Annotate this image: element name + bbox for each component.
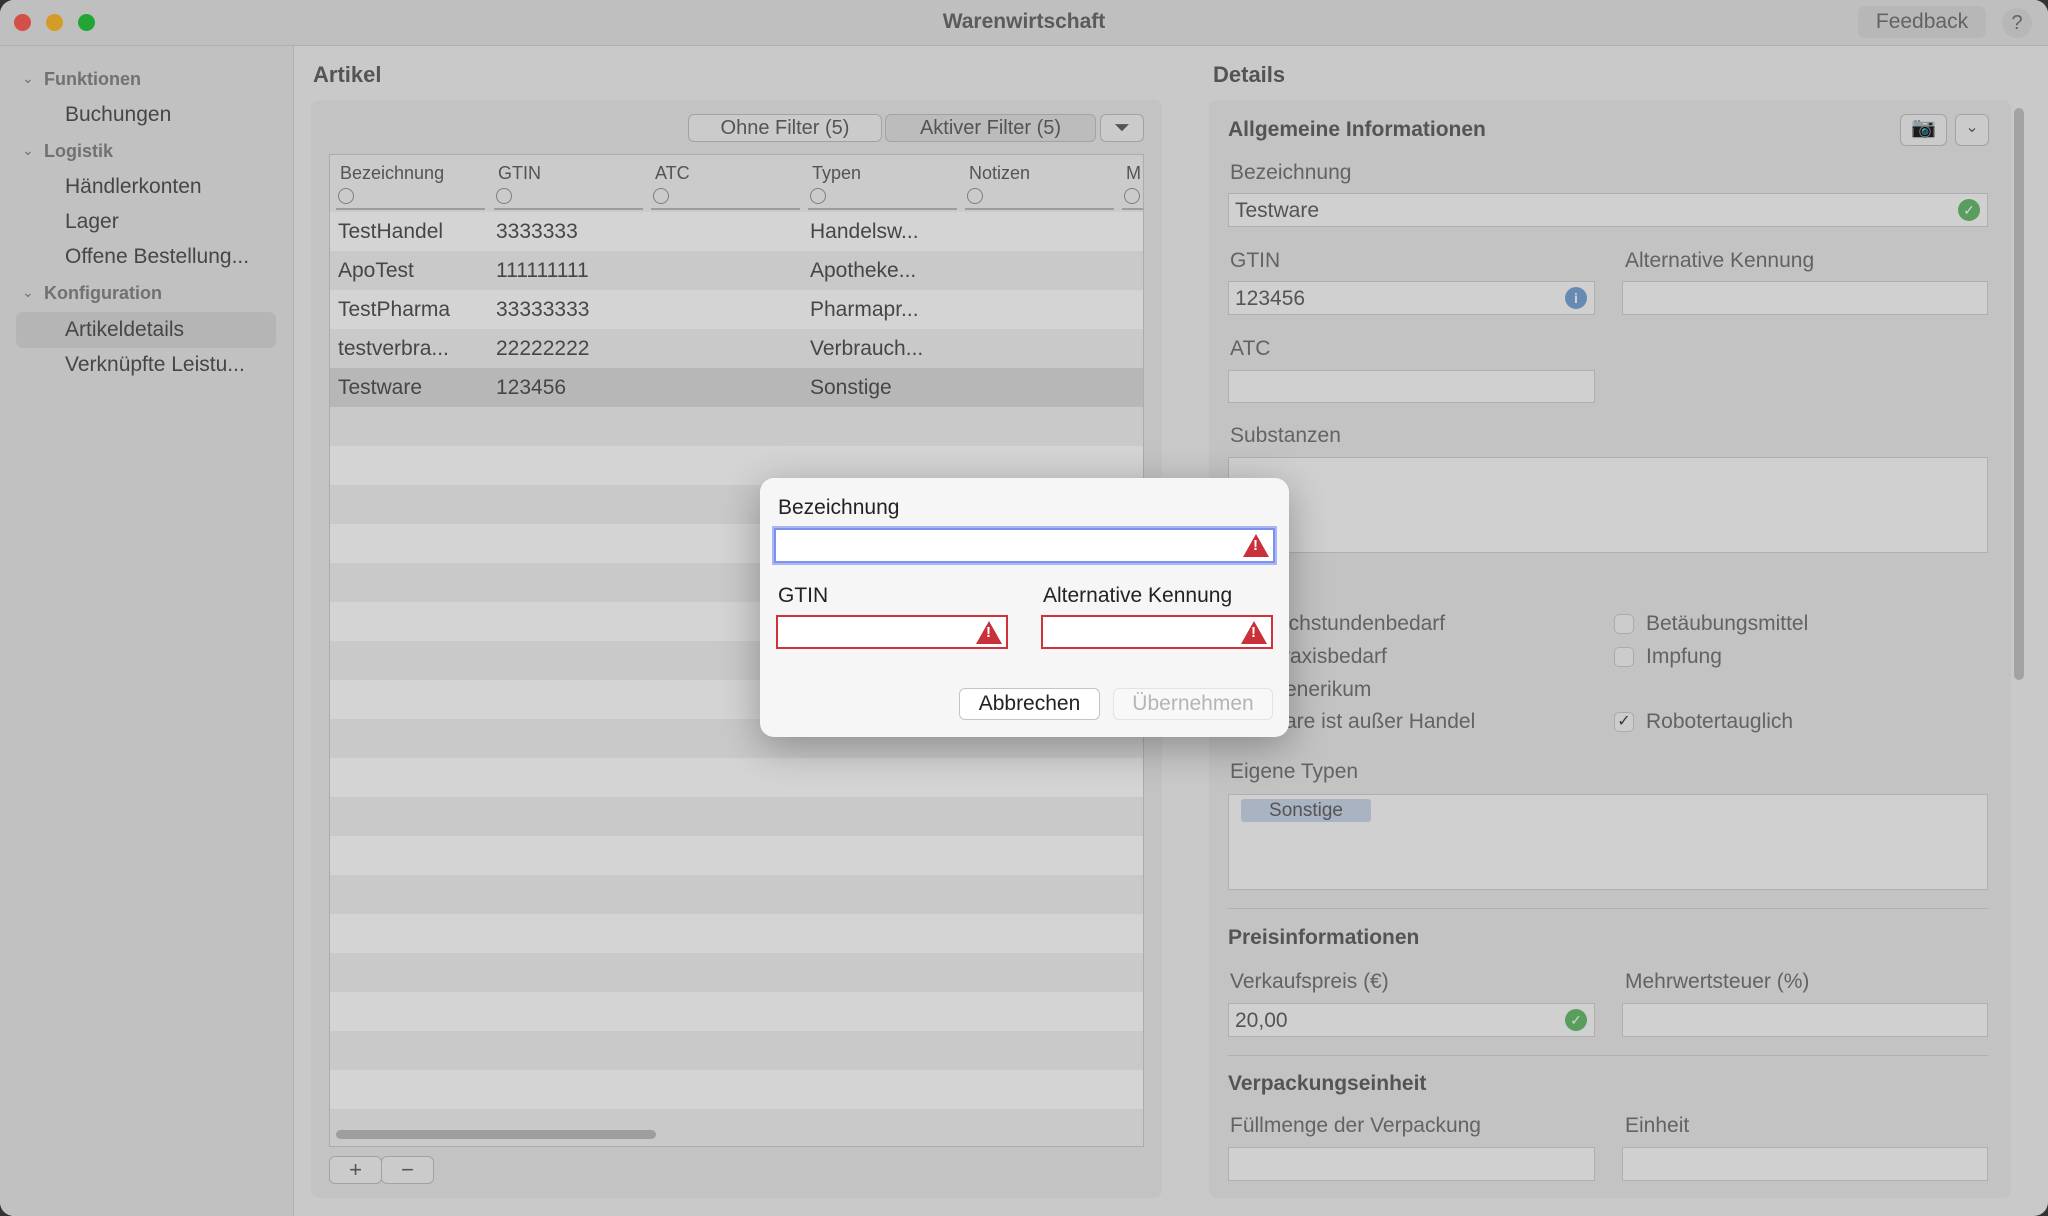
new-article-dialog: Bezeichnung GTIN Alternative Kennung Abb…: [760, 478, 1289, 737]
warning-icon: [976, 621, 1002, 644]
warning-icon: [1241, 621, 1267, 644]
dialog-alt-kennung-label: Alternative Kennung: [1043, 584, 1233, 607]
dialog-gtin-label: GTIN: [778, 584, 829, 607]
dialog-alt-kennung-input[interactable]: [1041, 615, 1273, 649]
dialog-bezeichnung-label: Bezeichnung: [778, 496, 900, 519]
cancel-button[interactable]: Abbrechen: [959, 688, 1100, 720]
warning-icon: [1243, 534, 1269, 557]
app-window: Warenwirtschaft Feedback ? ⌄ Funktionen …: [0, 0, 2048, 1216]
dialog-gtin-input[interactable]: [776, 615, 1008, 649]
apply-button[interactable]: Übernehmen: [1113, 688, 1273, 720]
dialog-bezeichnung-input[interactable]: [774, 528, 1275, 563]
